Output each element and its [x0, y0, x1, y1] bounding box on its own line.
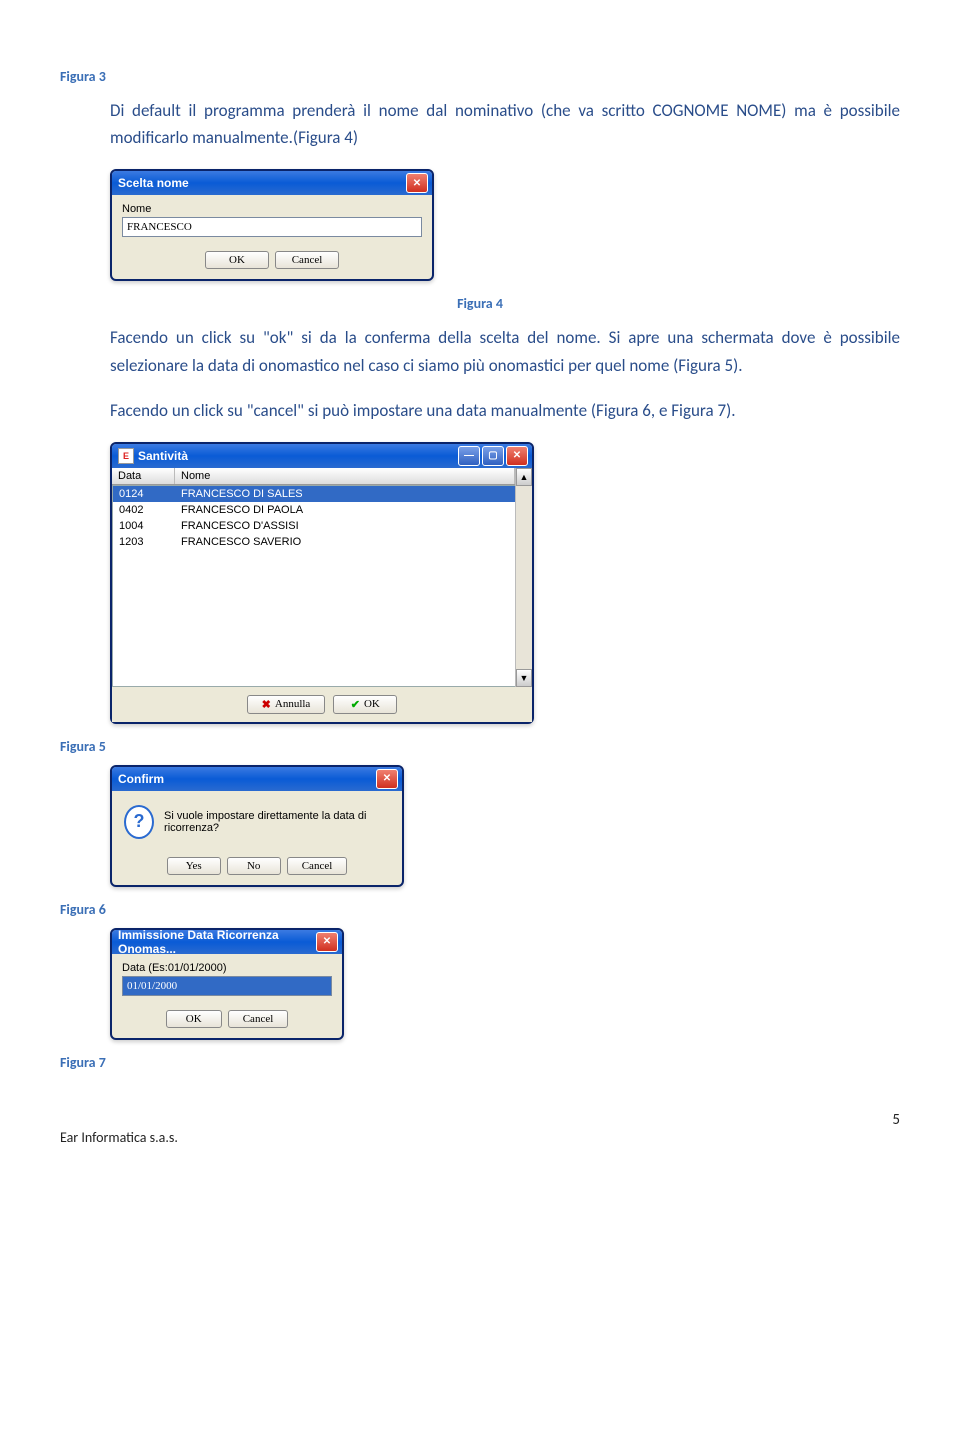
- titlebar-immissione[interactable]: Immissione Data Ricorrenza Onomas... ✕: [112, 930, 342, 954]
- annulla-button[interactable]: ✖ Annulla: [247, 695, 326, 714]
- figure-4-caption: Figura 4: [60, 295, 900, 312]
- close-icon[interactable]: ✕: [316, 932, 338, 952]
- list-row[interactable]: 1004 FRANCESCO D'ASSISI: [113, 518, 516, 534]
- label-nome: Nome: [122, 203, 422, 215]
- scrollbar[interactable]: ▲ ▼: [515, 468, 532, 687]
- title-text: Scelta nome: [118, 176, 189, 190]
- title-text: Santività: [138, 449, 188, 463]
- col-header-nome[interactable]: Nome: [175, 468, 515, 484]
- ok-button[interactable]: ✔ OK: [333, 695, 397, 714]
- cancel-button[interactable]: Cancel: [287, 857, 348, 875]
- figure-3-caption: Figura 3: [60, 68, 900, 85]
- titlebar-scelta-nome[interactable]: Scelta nome ✕: [112, 171, 432, 195]
- titlebar-santivita[interactable]: E Santività — ▢ ✕: [112, 444, 532, 468]
- footer-text: Ear Informatica s.a.s.: [60, 1129, 900, 1146]
- maximize-icon[interactable]: ▢: [482, 446, 504, 466]
- dialog-scelta-nome: Scelta nome ✕ Nome OK Cancel: [110, 169, 434, 281]
- nome-input[interactable]: [122, 217, 422, 237]
- no-button[interactable]: No: [227, 857, 281, 875]
- question-icon: ?: [124, 805, 154, 839]
- scroll-up-icon[interactable]: ▲: [516, 468, 532, 486]
- cancel-button[interactable]: Cancel: [228, 1010, 289, 1028]
- minimize-icon[interactable]: —: [458, 446, 480, 466]
- figure-7-caption: Figura 7: [60, 1054, 900, 1071]
- label-data: Data (Es:01/01/2000): [122, 962, 332, 974]
- x-icon: ✖: [262, 698, 271, 711]
- title-text: Confirm: [118, 772, 164, 786]
- close-icon[interactable]: ✕: [376, 769, 398, 789]
- figure-6-caption: Figura 6: [60, 901, 900, 918]
- check-icon: ✔: [351, 698, 360, 711]
- page-number: 5: [60, 1111, 900, 1129]
- ok-button[interactable]: OK: [166, 1010, 222, 1028]
- paragraph-1: Di default il programma prenderà il nome…: [110, 97, 900, 151]
- confirm-message: Si vuole impostare direttamente la data …: [164, 810, 390, 834]
- paragraph-2: Facendo un click su "ok" si da la confer…: [110, 324, 900, 378]
- list-row[interactable]: 1203 FRANCESCO SAVERIO: [113, 534, 516, 550]
- dialog-confirm: Confirm ✕ ? Si vuole impostare direttame…: [110, 765, 404, 887]
- titlebar-confirm[interactable]: Confirm ✕: [112, 767, 402, 791]
- close-icon[interactable]: ✕: [406, 173, 428, 193]
- close-icon[interactable]: ✕: [506, 446, 528, 466]
- dialog-santivita: E Santività — ▢ ✕ Data Nome 0124: [110, 442, 534, 724]
- col-header-data[interactable]: Data: [112, 468, 175, 484]
- yes-button[interactable]: Yes: [167, 857, 221, 875]
- app-icon: E: [118, 448, 134, 464]
- list-body[interactable]: 0124 FRANCESCO DI SALES 0402 FRANCESCO D…: [112, 485, 517, 687]
- ok-button[interactable]: OK: [205, 251, 269, 269]
- paragraph-3: Facendo un click su "cancel" si può impo…: [110, 397, 900, 424]
- list-row[interactable]: 0124 FRANCESCO DI SALES: [113, 486, 516, 502]
- list-row[interactable]: 0402 FRANCESCO DI PAOLA: [113, 502, 516, 518]
- scroll-down-icon[interactable]: ▼: [516, 669, 532, 687]
- dialog-immissione-data: Immissione Data Ricorrenza Onomas... ✕ D…: [110, 928, 344, 1040]
- figure-5-caption: Figura 5: [60, 738, 900, 755]
- data-input[interactable]: [122, 976, 332, 996]
- cancel-button[interactable]: Cancel: [275, 251, 339, 269]
- title-text: Immissione Data Ricorrenza Onomas...: [118, 928, 316, 956]
